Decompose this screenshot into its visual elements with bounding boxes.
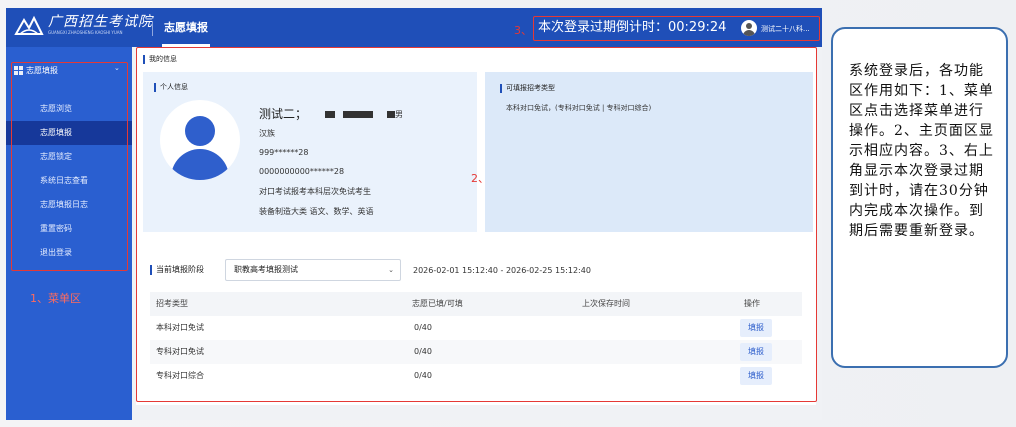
table-row: 本科对口免试 0/40 填报 (150, 316, 802, 340)
table-header: 招考类型 志愿已填/可填 上次保存时间 操作 (150, 292, 802, 316)
logo-subtitle: GUANGXI ZHAOSHENG KAOSHI YUAN (48, 30, 123, 35)
exam-types-card (485, 72, 813, 232)
cell-count: 0/40 (414, 347, 432, 356)
page-title: 我的信息 (143, 55, 177, 64)
header-type: 招考类型 (156, 299, 188, 308)
fill-button[interactable]: 填报 (740, 343, 772, 361)
annotation-1: 1、菜单区 (30, 292, 81, 305)
logo-title: 广西招生考试院 (48, 14, 153, 30)
student-major-subjects: 装备制造大类 语文、数学、英语 (259, 207, 374, 216)
exam-types-title: 可填报招考类型 (500, 84, 555, 93)
header-action: 操作 (744, 299, 760, 308)
fill-button[interactable]: 填报 (740, 319, 772, 337)
student-gender: 男 (395, 110, 403, 119)
highlight-menu-box (11, 62, 128, 271)
chevron-down-icon: ⌄ (388, 266, 394, 274)
avatar (160, 100, 240, 180)
stage-select[interactable]: 职教高考填报测试 ⌄ (225, 259, 401, 281)
explanation-note: 系统登录后，各功能区作用如下：1、菜单区点击选择菜单进行操作。2、主页面区显示相… (831, 27, 1008, 368)
tab-volunteer-fill[interactable]: 志愿填报 (158, 8, 214, 47)
student-ethnicity: 汉族 (259, 129, 275, 138)
cell-count: 0/40 (414, 323, 432, 332)
stage-select-value: 职教高考填报测试 (234, 265, 298, 274)
stage-time-range: 2026-02-01 15:12:40 - 2026-02-25 15:12:4… (413, 266, 591, 275)
header-count: 志愿已填/可填 (412, 299, 463, 308)
student-name: 测试二； (259, 105, 395, 122)
logo[interactable]: 广西招生考试院 GUANGXI ZHAOSHENG KAOSHI YUAN (14, 14, 153, 38)
cell-type: 专科对口综合 (156, 371, 204, 380)
cell-count: 0/40 (414, 371, 432, 380)
header-saved: 上次保存时间 (582, 299, 630, 308)
student-id-number: 0000000000******28 (259, 167, 345, 176)
user-name[interactable]: 测试二十八科... (761, 24, 810, 34)
logo-icon (14, 15, 44, 35)
personal-info-title: 个人信息 (154, 83, 188, 92)
fill-button[interactable]: 填报 (740, 367, 772, 385)
nav-divider (152, 22, 153, 36)
stage-label: 当前填报阶段 (150, 265, 204, 275)
countdown-timer: 本次登录过期倒计时：00:29:24 (538, 20, 727, 35)
student-exam-id: 999******28 (259, 148, 309, 157)
annotation-3: 3、 (514, 24, 532, 37)
cell-type: 专科对口免试 (156, 347, 204, 356)
slide-background: 广西招生考试院 GUANGXI ZHAOSHENG KAOSHI YUAN 志愿… (0, 0, 1016, 427)
user-avatar[interactable] (741, 20, 757, 36)
table-row: 专科对口免试 0/40 填报 (150, 340, 802, 364)
table-row: 专科对口综合 0/40 填报 (150, 364, 802, 388)
exam-types-value: 本科对口免试，(专科对口免试 | 专科对口综合) (506, 104, 652, 112)
student-category: 对口考试报考本科层次免试考生 (259, 187, 371, 196)
cell-type: 本科对口免试 (156, 323, 204, 332)
